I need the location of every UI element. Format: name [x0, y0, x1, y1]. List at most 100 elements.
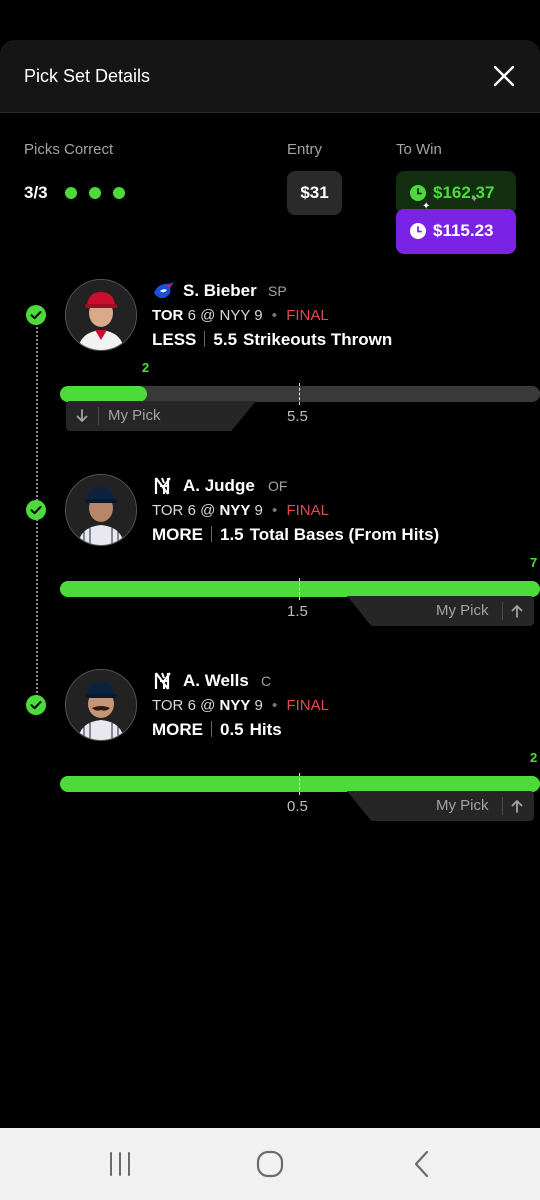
line-value-label: 0.5	[287, 798, 308, 815]
to-win-label: To Win	[396, 141, 442, 158]
page-title: Pick Set Details	[24, 66, 151, 86]
progress-fill	[60, 386, 147, 402]
game-info: TOR 6 @ NYY 9 • FINAL	[152, 502, 329, 519]
pick-line: LESS 5.5 Strikeouts Thrown	[152, 330, 392, 350]
picks-correct-label: Picks Correct	[24, 141, 114, 158]
my-pick-label: My Pick	[108, 407, 161, 424]
system-nav-bar	[0, 1128, 540, 1200]
pick-stat: Hits	[249, 720, 282, 739]
line-value-label: 1.5	[287, 603, 308, 620]
away-score: 6	[187, 307, 196, 324]
yankees-logo	[154, 672, 171, 690]
yankees-logo	[154, 477, 171, 495]
player-avatar[interactable]	[65, 669, 137, 741]
away-team: TOR	[152, 502, 184, 519]
close-button[interactable]	[488, 60, 520, 92]
my-pick-label: My Pick	[436, 797, 489, 814]
to-win-purple-badge: $115.23	[396, 209, 516, 254]
player-headshot-bieber	[66, 280, 136, 350]
recent-apps-button[interactable]	[104, 1148, 136, 1180]
player-avatar[interactable]	[65, 279, 137, 351]
away-score: 6	[187, 697, 196, 714]
actual-value: 2	[142, 360, 150, 375]
picks-correct-value: 3/3	[24, 183, 48, 202]
my-pick-tag: My Pick	[347, 791, 534, 821]
pick-direction: MORE	[152, 720, 203, 739]
pick-line-value: 0.5	[220, 720, 244, 739]
line-marker	[299, 773, 300, 795]
away-team: TOR	[152, 307, 184, 324]
pick-direction: MORE	[152, 525, 203, 544]
check-circle-icon	[26, 305, 46, 325]
home-button[interactable]	[254, 1148, 286, 1180]
home-team: NYY	[219, 307, 251, 324]
blue-jays-logo	[154, 282, 174, 299]
player-headshot-judge	[66, 475, 136, 545]
status-area	[0, 0, 540, 40]
game-info: TOR 6 @ NYY 9 • FINAL	[152, 307, 329, 324]
away-score: 6	[187, 502, 196, 519]
pick-line-value: 5.5	[213, 330, 238, 349]
home-score: 9	[254, 307, 263, 324]
back-icon	[414, 1150, 429, 1178]
player-name[interactable]: S. Bieber	[183, 281, 257, 301]
correct-dot	[113, 187, 125, 199]
check-circle-icon	[26, 695, 46, 715]
player-position: C	[261, 673, 272, 689]
to-win-green-amount: $162.37	[433, 183, 495, 202]
home-team: NYY	[219, 697, 251, 714]
recent-apps-icon	[110, 1152, 130, 1176]
arrow-up-icon	[511, 800, 523, 813]
arrow-down-icon	[76, 409, 88, 422]
progress-fill	[60, 581, 540, 597]
game-status: FINAL	[286, 502, 329, 519]
player-position: SP	[268, 283, 287, 299]
actual-value: 7	[530, 555, 538, 570]
away-team: TOR	[152, 697, 184, 714]
correct-dot	[65, 187, 77, 199]
correct-dot	[89, 187, 101, 199]
pick-line: MORE 0.5 Hits	[152, 720, 282, 740]
line-marker	[299, 383, 300, 405]
home-score: 9	[254, 502, 263, 519]
sheet-header: Pick Set Details	[0, 40, 540, 113]
pick-line-value: 1.5	[220, 525, 244, 544]
game-status: FINAL	[286, 697, 329, 714]
my-pick-label: My Pick	[436, 602, 489, 619]
back-button[interactable]	[406, 1148, 438, 1180]
pick-stat: Strikeouts Thrown	[243, 330, 393, 349]
at-symbol: @	[200, 307, 216, 324]
game-info: TOR 6 @ NYY 9 • FINAL	[152, 697, 329, 714]
home-team: NYY	[219, 502, 251, 519]
my-pick-tag: My Pick	[347, 596, 534, 626]
check-circle-icon	[26, 500, 46, 520]
clock-icon	[410, 185, 426, 201]
player-name[interactable]: A. Judge	[183, 476, 255, 496]
pick-direction: LESS	[152, 330, 197, 349]
entry-value: $31	[287, 171, 342, 215]
arrow-up-icon	[511, 605, 523, 618]
entry-label: Entry	[287, 141, 323, 158]
line-value-label: 5.5	[287, 408, 308, 425]
sparkle-icon: ✦	[422, 201, 431, 212]
player-position: OF	[268, 478, 288, 494]
line-marker	[299, 578, 300, 600]
home-icon	[256, 1150, 284, 1178]
pick-set-sheet: Pick Set Details Picks Correct 3/3 Entry…	[0, 40, 540, 1128]
player-headshot-wells	[66, 670, 136, 740]
home-score: 9	[254, 697, 263, 714]
sparkle-icon: ✦	[470, 194, 479, 205]
player-avatar[interactable]	[65, 474, 137, 546]
pick-line: MORE 1.5 Total Bases (From Hits)	[152, 525, 439, 545]
pick-stat: Total Bases (From Hits)	[249, 525, 440, 544]
progress-fill	[60, 776, 540, 792]
clock-icon	[410, 223, 426, 239]
close-icon	[493, 65, 515, 87]
at-symbol: @	[200, 697, 216, 714]
actual-value: 2	[530, 750, 538, 765]
game-status: FINAL	[286, 307, 329, 324]
player-name[interactable]: A. Wells	[183, 671, 249, 691]
my-pick-tag: My Pick	[66, 401, 256, 431]
to-win-purple-amount: $115.23	[433, 221, 494, 240]
at-symbol: @	[200, 502, 216, 519]
